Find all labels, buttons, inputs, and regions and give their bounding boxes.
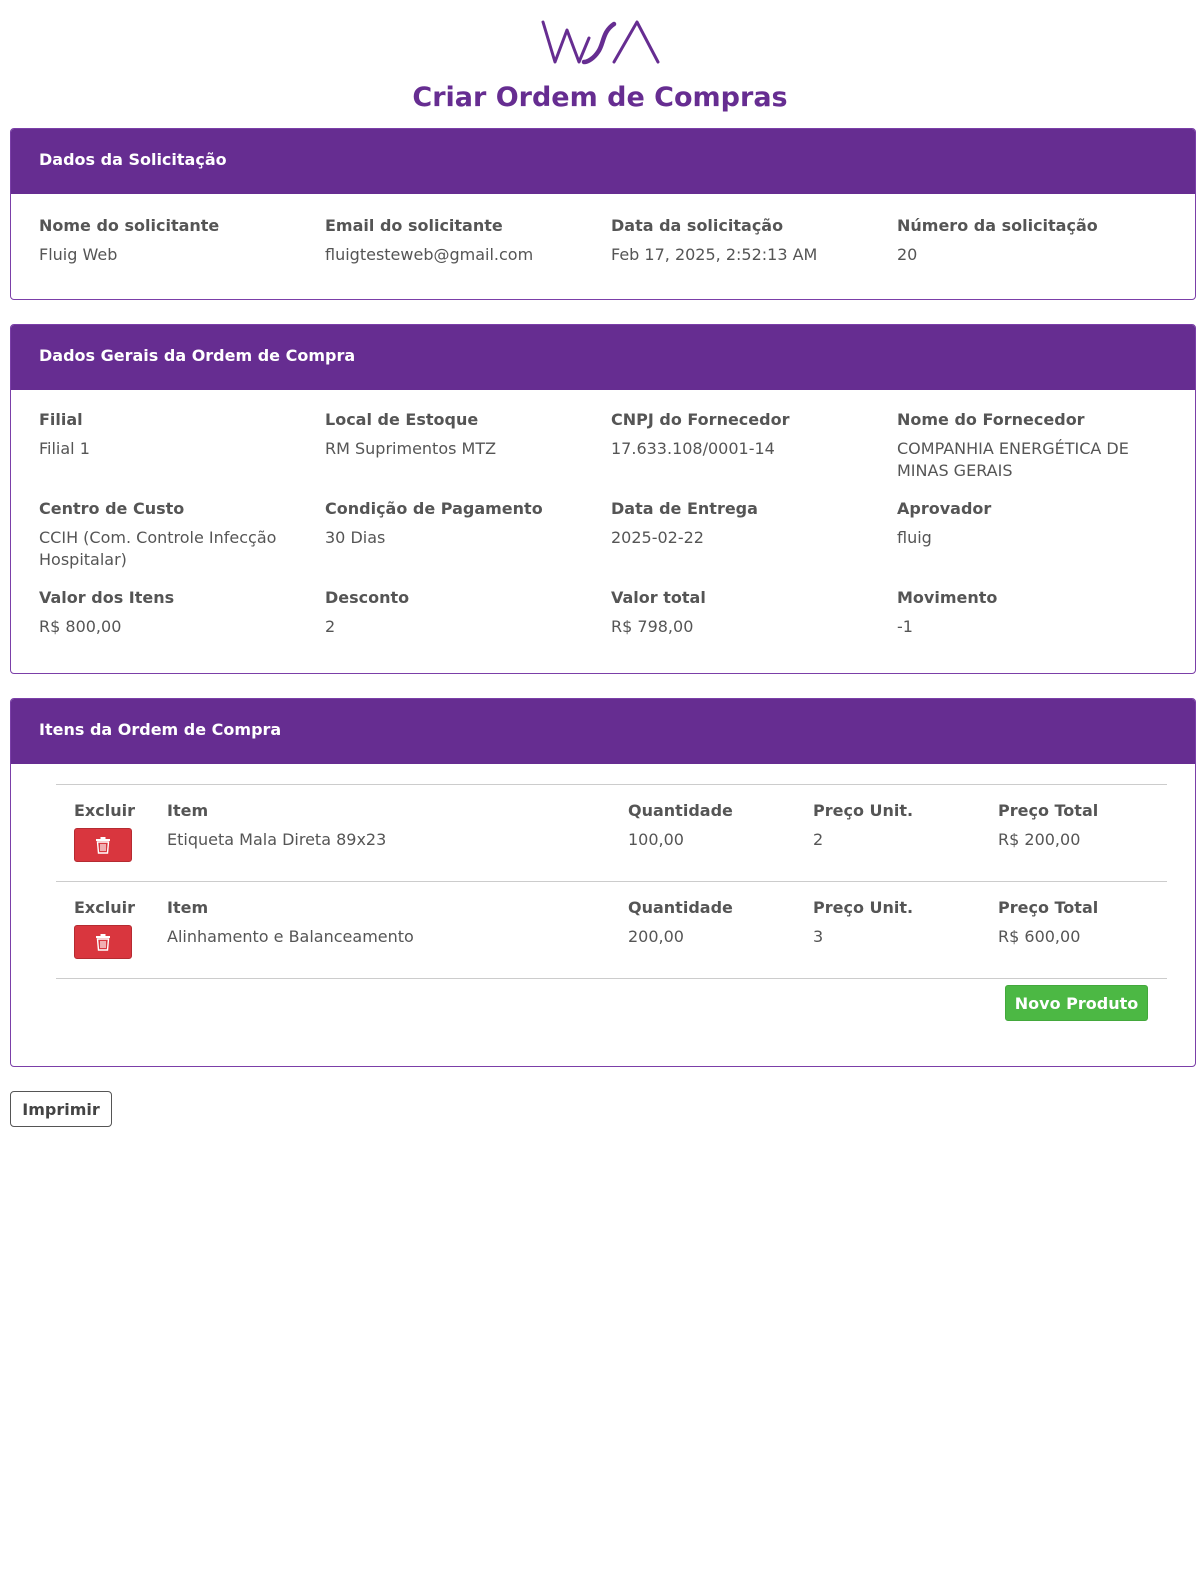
page-title: Criar Ordem de Compras — [412, 82, 788, 113]
field-value: Filial 1 — [39, 439, 90, 458]
field-value: 17.633.108/0001-14 — [611, 439, 775, 458]
field-value: Fluig Web — [39, 245, 118, 264]
field-approver: Aprovador fluig — [897, 498, 1183, 587]
field-label: CNPJ do Fornecedor — [611, 410, 790, 429]
item-unit-price: 3 — [813, 927, 824, 946]
quantity-column: Quantidade 200,00 — [628, 897, 733, 948]
field-requester-email: Email do solicitante fluigtesteweb@gmail… — [325, 215, 611, 266]
column-label-item: Item — [167, 898, 209, 917]
list-item: Excluir Item Alinhamento e Balanceamento — [56, 881, 1167, 978]
trash-icon — [96, 934, 110, 951]
logo — [0, 0, 1200, 66]
delete-item-button[interactable] — [74, 828, 132, 862]
unit-price-column: Preço Unit. 3 — [813, 897, 913, 948]
quantity-column: Quantidade 100,00 — [628, 800, 733, 851]
delete-column: Excluir — [74, 800, 135, 862]
column-label-item: Item — [167, 801, 209, 820]
list-item: Excluir Item Etiqueta Mala Direta 89x23 — [56, 784, 1167, 881]
item-total-price: R$ 200,00 — [998, 830, 1081, 849]
field-cost-center: Centro de Custo CCIH (Com. Controle Infe… — [39, 498, 325, 587]
items-footer: Novo Produto — [56, 978, 1167, 1039]
items-list: Excluir Item Etiqueta Mala Direta 89x23 — [56, 784, 1167, 1039]
field-value: R$ 798,00 — [611, 617, 694, 636]
field-label: Nome do Fornecedor — [897, 410, 1085, 429]
general-fields-row: Centro de Custo CCIH (Com. Controle Infe… — [11, 498, 1195, 587]
column-label-delete: Excluir — [74, 898, 135, 917]
request-fields: Nome do solicitante Fluig Web Email do s… — [11, 194, 1195, 266]
item-name: Alinhamento e Balanceamento — [167, 927, 414, 946]
field-value: 30 Dias — [325, 528, 386, 547]
field-payment-condition: Condição de Pagamento 30 Dias — [325, 498, 611, 587]
column-label-unit-price: Preço Unit. — [813, 898, 914, 917]
unit-price-column: Preço Unit. 2 — [813, 800, 913, 851]
field-value: 2025-02-22 — [611, 528, 704, 547]
column-label-unit-price: Preço Unit. — [813, 801, 914, 820]
field-label: Número da solicitação — [897, 216, 1098, 235]
field-items-value: Valor dos Itens R$ 800,00 — [39, 587, 325, 673]
item-column: Item Etiqueta Mala Direta 89x23 — [167, 800, 386, 851]
field-label: Local de Estoque — [325, 410, 479, 429]
field-stock-location: Local de Estoque RM Suprimentos MTZ — [325, 409, 611, 498]
field-request-date: Data da solicitação Feb 17, 2025, 2:52:1… — [611, 215, 897, 266]
items-panel-heading: Itens da Ordem de Compra — [11, 699, 1195, 764]
field-delivery-date: Data de Entrega 2025-02-22 — [611, 498, 897, 587]
item-column: Item Alinhamento e Balanceamento — [167, 897, 414, 948]
field-branch: Filial Filial 1 — [39, 409, 325, 498]
field-label: Email do solicitante — [325, 216, 503, 235]
field-request-number: Número da solicitação 20 — [897, 215, 1183, 266]
column-label-total-price: Preço Total — [998, 801, 1099, 820]
delete-column: Excluir — [74, 897, 135, 959]
delete-item-button[interactable] — [74, 925, 132, 959]
field-label: Nome do solicitante — [39, 216, 220, 235]
field-value: 20 — [897, 245, 918, 264]
column-label-delete: Excluir — [74, 801, 135, 820]
field-supplier-name: Nome do Fornecedor COMPANHIA ENERGÉTICA … — [897, 409, 1183, 498]
field-label: Movimento — [897, 588, 998, 607]
field-supplier-cnpj: CNPJ do Fornecedor 17.633.108/0001-14 — [611, 409, 897, 498]
column-label-quantity: Quantidade — [628, 898, 733, 917]
field-label: Desconto — [325, 588, 410, 607]
field-label: Aprovador — [897, 499, 992, 518]
print-button[interactable]: Imprimir — [10, 1091, 112, 1127]
general-fields-row: Filial Filial 1 Local de Estoque RM Supr… — [11, 390, 1195, 498]
trash-icon — [96, 837, 110, 854]
item-name: Etiqueta Mala Direta 89x23 — [167, 830, 387, 849]
request-panel-heading: Dados da Solicitação — [11, 129, 1195, 194]
item-total-price: R$ 600,00 — [998, 927, 1081, 946]
wsa-logo-icon — [541, 20, 660, 65]
field-label: Data de Entrega — [611, 499, 758, 518]
field-value: Feb 17, 2025, 2:52:13 AM — [611, 245, 818, 264]
column-label-total-price: Preço Total — [998, 898, 1099, 917]
item-quantity: 100,00 — [628, 830, 684, 849]
field-value: CCIH (Com. Controle Infecção Hospitalar) — [39, 528, 277, 569]
field-value: R$ 800,00 — [39, 617, 122, 636]
column-label-quantity: Quantidade — [628, 801, 733, 820]
field-label: Valor dos Itens — [39, 588, 175, 607]
field-movement: Movimento -1 — [897, 587, 1183, 673]
field-label: Centro de Custo — [39, 499, 185, 518]
field-label: Filial — [39, 410, 83, 429]
field-value: RM Suprimentos MTZ — [325, 439, 497, 458]
items-panel: Itens da Ordem de Compra Excluir Item Et… — [10, 698, 1196, 1067]
item-unit-price: 2 — [813, 830, 824, 849]
item-quantity: 200,00 — [628, 927, 684, 946]
field-discount: Desconto 2 — [325, 587, 611, 673]
field-value: COMPANHIA ENERGÉTICA DE MINAS GERAIS — [897, 439, 1129, 480]
new-product-button[interactable]: Novo Produto — [1005, 985, 1148, 1021]
general-panel-heading: Dados Gerais da Ordem de Compra — [11, 325, 1195, 390]
field-value: fluigtesteweb@gmail.com — [325, 245, 534, 264]
field-requester-name: Nome do solicitante Fluig Web — [39, 215, 325, 266]
request-panel: Dados da Solicitação Nome do solicitante… — [10, 128, 1196, 300]
total-price-column: Preço Total R$ 600,00 — [998, 897, 1098, 948]
field-label: Valor total — [611, 588, 706, 607]
field-value: fluig — [897, 528, 932, 547]
field-label: Condição de Pagamento — [325, 499, 543, 518]
field-total-value: Valor total R$ 798,00 — [611, 587, 897, 673]
general-fields-row: Valor dos Itens R$ 800,00 Desconto 2 Val… — [11, 587, 1195, 673]
general-panel: Dados Gerais da Ordem de Compra Filial F… — [10, 324, 1196, 674]
total-price-column: Preço Total R$ 200,00 — [998, 800, 1098, 851]
field-value: -1 — [897, 617, 913, 636]
field-value: 2 — [325, 617, 336, 636]
field-label: Data da solicitação — [611, 216, 784, 235]
